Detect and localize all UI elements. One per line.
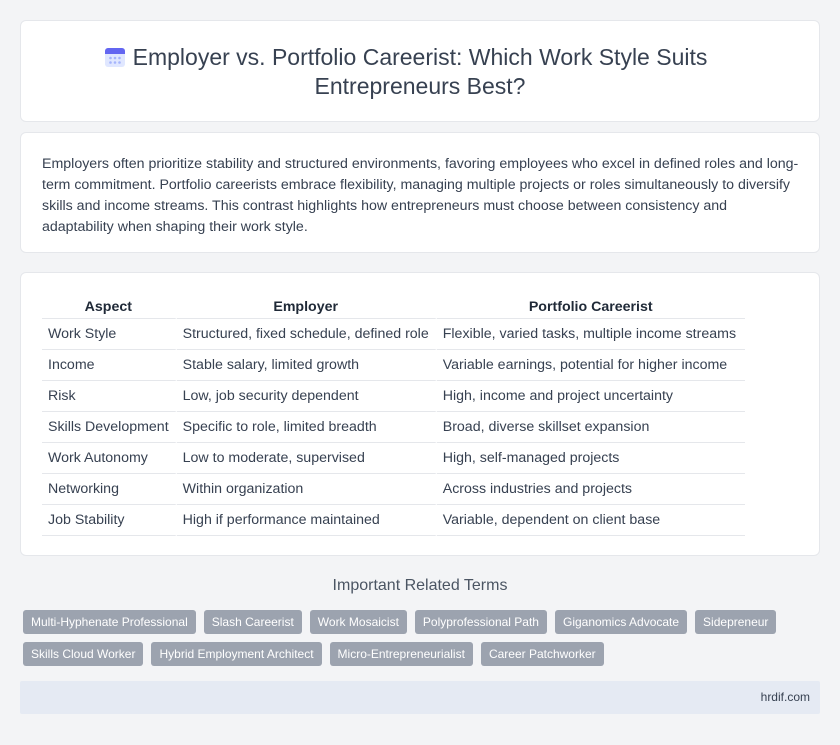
table-cell: Networking <box>42 474 177 505</box>
related-term-tag[interactable]: Sidepreneur <box>695 610 777 634</box>
table-cell: Specific to role, limited breadth <box>176 412 437 443</box>
related-terms-list: Multi-Hyphenate Professional Slash Caree… <box>23 610 813 666</box>
comparison-card: Aspect Employer Portfolio Careerist Work… <box>20 272 820 556</box>
table-cell: Work Autonomy <box>42 443 177 474</box>
related-term-tag[interactable]: Work Mosaicist <box>309 610 407 634</box>
table-cell: Broad, diverse skillset expansion <box>436 412 745 443</box>
table-row: Job Stability High if performance mainta… <box>42 505 745 536</box>
column-header-aspect: Aspect <box>42 296 177 319</box>
table-cell: Variable earnings, potential for higher … <box>436 350 745 381</box>
footer-site-link[interactable]: hrdif.com <box>761 690 810 704</box>
table-cell: Work Style <box>42 319 177 350</box>
column-header-portfolio-careerist: Portfolio Careerist <box>436 296 745 319</box>
related-term-tag[interactable]: Skills Cloud Worker <box>23 642 144 666</box>
table-cell: High if performance maintained <box>176 505 437 536</box>
related-term-tag[interactable]: Hybrid Employment Architect <box>151 642 322 666</box>
table-row: Risk Low, job security dependent High, i… <box>42 381 745 412</box>
table-cell: High, self-managed projects <box>436 443 745 474</box>
table-cell: Within organization <box>176 474 437 505</box>
table-cell: Across industries and projects <box>436 474 745 505</box>
table-cell: Low, job security dependent <box>176 381 437 412</box>
table-cell: Skills Development <box>42 412 177 443</box>
table-cell: High, income and project uncertainty <box>436 381 745 412</box>
table-header-row: Aspect Employer Portfolio Careerist <box>42 296 745 319</box>
table-cell: Job Stability <box>42 505 177 536</box>
table-row: Work Style Structured, fixed schedule, d… <box>42 319 745 350</box>
table-row: Income Stable salary, limited growth Var… <box>42 350 745 381</box>
related-term-tag[interactable]: Slash Careerist <box>203 610 302 634</box>
related-term-tag[interactable]: Career Patchworker <box>480 642 604 666</box>
table-cell: Structured, fixed schedule, defined role <box>176 319 437 350</box>
table-cell: Income <box>42 350 177 381</box>
table-cell: Low to moderate, supervised <box>176 443 437 474</box>
table-cell: Risk <box>42 381 177 412</box>
related-term-tag[interactable]: Micro-Entrepreneurialist <box>329 642 473 666</box>
page-title: Employer vs. Portfolio Careerist: Which … <box>21 43 819 101</box>
table-cell: Stable salary, limited growth <box>176 350 437 381</box>
table-row: Work Autonomy Low to moderate, supervise… <box>42 443 745 474</box>
related-terms-title: Important Related Terms <box>332 577 508 594</box>
intro-card: Employers often prioritize stability and… <box>20 132 820 253</box>
footer: hrdif.com <box>20 681 820 714</box>
intro-paragraph: Employers often prioritize stability and… <box>42 156 799 235</box>
table-cell: Variable, dependent on client base <box>436 505 745 536</box>
related-term-tag[interactable]: Polyprofessional Path <box>414 610 547 634</box>
table-row: Networking Within organization Across in… <box>42 474 745 505</box>
page-title-text: Employer vs. Portfolio Careerist: Which … <box>132 44 708 99</box>
table-row: Skills Development Specific to role, lim… <box>42 412 745 443</box>
column-header-employer: Employer <box>176 296 437 319</box>
related-term-tag[interactable]: Giganomics Advocate <box>554 610 688 634</box>
comparison-table: Aspect Employer Portfolio Careerist Work… <box>42 296 745 536</box>
title-card: Employer vs. Portfolio Careerist: Which … <box>20 20 820 122</box>
table-cell: Flexible, varied tasks, multiple income … <box>436 319 745 350</box>
related-term-tag[interactable]: Multi-Hyphenate Professional <box>23 610 196 634</box>
